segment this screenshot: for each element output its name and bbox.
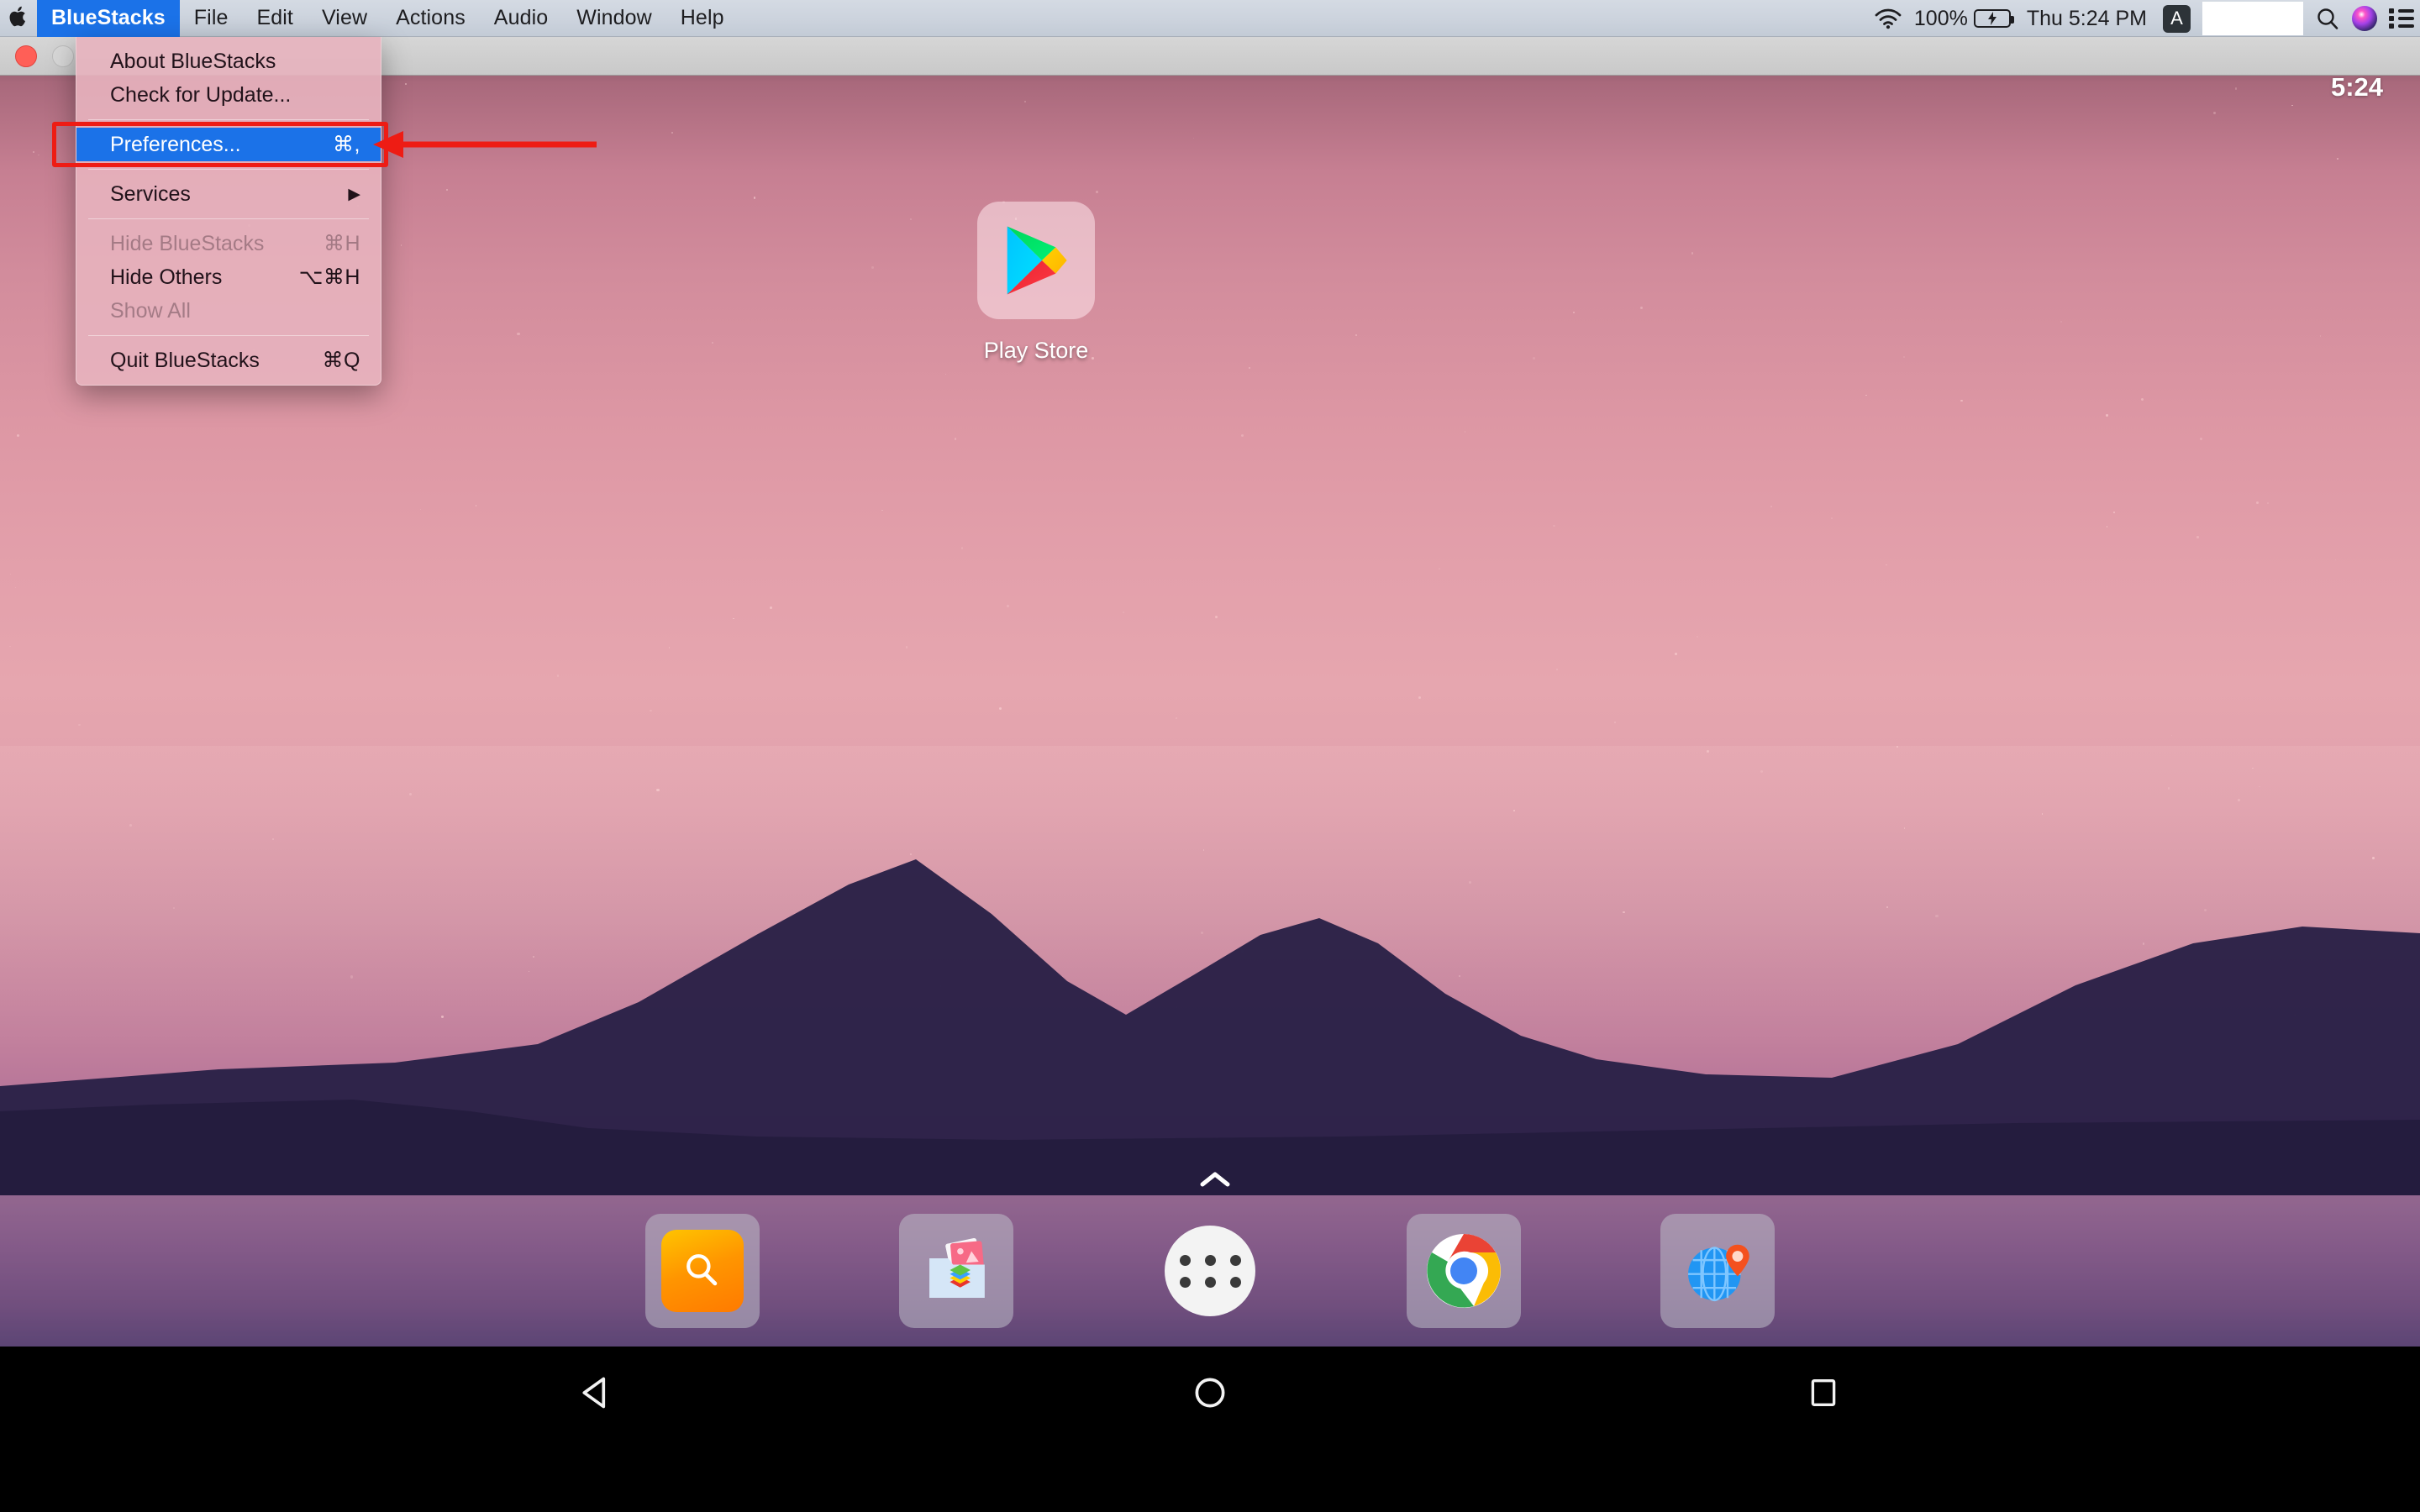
chevron-up-icon[interactable] xyxy=(1197,1167,1234,1192)
menu-item-about-bluestacks[interactable]: About BlueStacks xyxy=(76,45,381,78)
menu-bar-clock[interactable]: Thu 5:24 PM xyxy=(2017,0,2157,37)
media-manager-icon xyxy=(929,1237,985,1298)
menu-separator xyxy=(88,218,369,219)
search-icon xyxy=(2317,8,2338,29)
menu-item-hide-others[interactable]: Hide Others ⌥⌘H xyxy=(76,260,381,294)
nav-back-button[interactable] xyxy=(471,1347,723,1439)
chrome-icon xyxy=(1427,1234,1501,1308)
nav-home-button[interactable] xyxy=(1084,1347,1336,1439)
menu-separator xyxy=(88,169,369,170)
menu-item-label: About BlueStacks xyxy=(110,49,276,73)
search-app-icon xyxy=(661,1230,744,1312)
menu-item-label: Check for Update... xyxy=(110,82,292,107)
menu-item-label: Services xyxy=(110,181,191,206)
app-drawer-icon xyxy=(1165,1226,1255,1316)
input-source-indicator[interactable]: A xyxy=(2157,0,2196,37)
apple-logo-icon[interactable] xyxy=(0,0,37,37)
globe-pin-icon xyxy=(1688,1244,1749,1302)
siri-icon xyxy=(2352,6,2377,31)
battery-charging-icon xyxy=(1973,9,2014,28)
dock-item-browser[interactable] xyxy=(1660,1214,1775,1328)
wifi-status[interactable] xyxy=(1868,0,1908,37)
menu-item-label: Quit BlueStacks xyxy=(110,348,260,372)
battery-percent-label: 100% xyxy=(1913,6,1968,30)
dock-item-media-manager[interactable] xyxy=(899,1214,1013,1328)
recents-square-icon xyxy=(1811,1379,1836,1406)
menu-bar-item-window[interactable]: Window xyxy=(562,0,666,37)
input-source-badge: A xyxy=(2163,4,2191,33)
annotation-highlight-rect xyxy=(52,122,388,167)
screen-root: 5:24 Play Store BlueStacks File Edit Vie… xyxy=(0,0,2420,1512)
menu-bar-item-bluestacks[interactable]: BlueStacks xyxy=(37,0,180,37)
android-dock xyxy=(0,1195,2420,1347)
chevron-right-icon: ▶ xyxy=(348,185,360,203)
menu-item-services[interactable]: Services ▶ xyxy=(76,177,381,211)
menu-separator xyxy=(88,119,369,120)
menu-bar-item-help[interactable]: Help xyxy=(666,0,739,37)
control-center-button[interactable] xyxy=(2383,0,2420,37)
menu-item-check-for-update[interactable]: Check for Update... xyxy=(76,78,381,112)
close-window-button[interactable] xyxy=(15,45,37,67)
menu-item-shortcut: ⌘H xyxy=(323,232,360,255)
redacted-box xyxy=(2196,0,2309,37)
wallpaper-mountains xyxy=(0,859,2420,1195)
minimize-window-button[interactable] xyxy=(52,45,74,67)
menu-item-label: Show All xyxy=(110,298,191,323)
wifi-icon xyxy=(1875,8,1902,29)
menu-bar-items: BlueStacks File Edit View Actions Audio … xyxy=(0,0,739,37)
siri-button[interactable] xyxy=(2346,0,2383,37)
menu-item-label: Hide Others xyxy=(110,265,223,289)
menu-item-show-all: Show All xyxy=(76,294,381,328)
annotation-arrow-icon xyxy=(373,131,597,158)
spotlight-search-button[interactable] xyxy=(2309,0,2346,37)
android-navigation-bar xyxy=(0,1347,2420,1512)
bluestacks-app-menu: About BlueStacks Check for Update... Pre… xyxy=(76,37,381,386)
home-circle-icon xyxy=(1195,1378,1225,1408)
dock-item-all-apps[interactable] xyxy=(1153,1214,1267,1328)
nav-recents-button[interactable] xyxy=(1697,1347,1949,1439)
back-triangle-icon xyxy=(582,1377,606,1409)
android-status-clock: 5:24 xyxy=(2330,72,2383,102)
play-store-icon xyxy=(977,202,1095,319)
home-app-play-store[interactable]: Play Store xyxy=(977,202,1095,364)
battery-status[interactable]: 100% xyxy=(1908,0,2017,37)
control-center-icon xyxy=(2389,8,2414,29)
menu-item-quit-bluestacks[interactable]: Quit BlueStacks ⌘Q xyxy=(76,344,381,377)
macos-menu-bar: BlueStacks File Edit View Actions Audio … xyxy=(0,0,2420,37)
menu-bar-item-edit[interactable]: Edit xyxy=(242,0,307,37)
menu-item-shortcut: ⌥⌘H xyxy=(298,265,360,289)
home-app-label: Play Store xyxy=(983,338,1089,363)
menu-bar-item-view[interactable]: View xyxy=(308,0,381,37)
menu-item-hide-bluestacks: Hide BlueStacks ⌘H xyxy=(76,227,381,260)
menu-bar-item-file[interactable]: File xyxy=(180,0,243,37)
menu-bar-item-audio[interactable]: Audio xyxy=(480,0,562,37)
menu-item-shortcut: ⌘Q xyxy=(322,349,360,372)
menu-bar-status-items: 100% Thu 5:24 PM A xyxy=(1868,0,2420,37)
dock-item-chrome[interactable] xyxy=(1407,1214,1521,1328)
menu-item-label: Hide BlueStacks xyxy=(110,231,265,255)
dock-item-search[interactable] xyxy=(645,1214,760,1328)
menu-bar-item-actions[interactable]: Actions xyxy=(381,0,480,37)
menu-separator xyxy=(88,335,369,336)
